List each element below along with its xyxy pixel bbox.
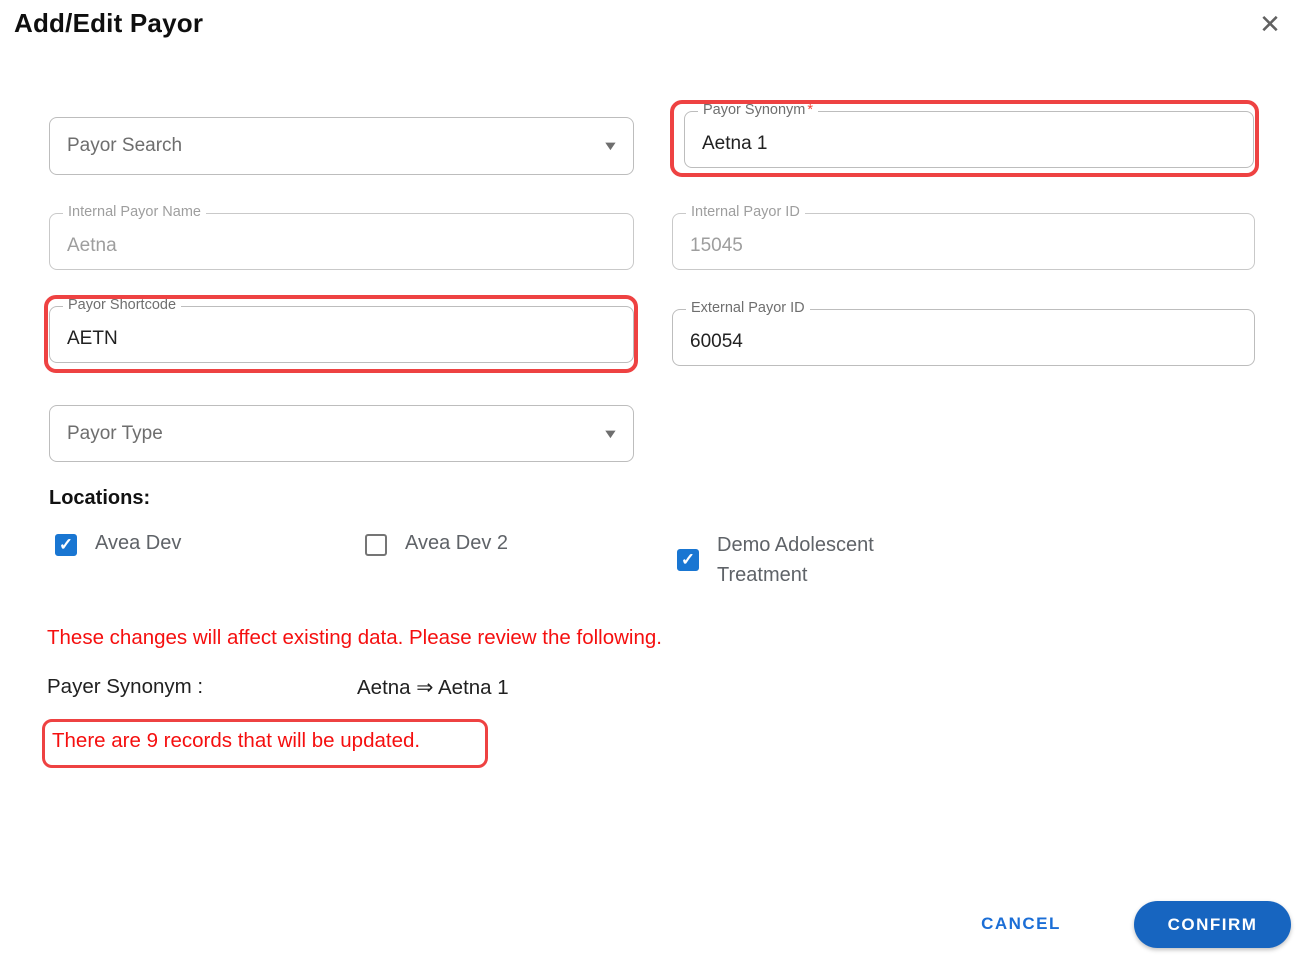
confirm-button[interactable]: CONFIRM xyxy=(1134,901,1291,948)
payor-synonym-label: Payor Synonym * xyxy=(698,102,819,118)
payor-type-placeholder: Payor Type xyxy=(67,422,163,444)
payor-search-select[interactable]: Payor Search ▼ xyxy=(49,117,634,175)
payor-shortcode-label: Payor Shortcode xyxy=(63,297,182,313)
close-icon[interactable]: ✕ xyxy=(1252,6,1288,42)
payor-type-select[interactable]: Payor Type ▼ xyxy=(49,405,634,462)
external-payor-id-field-wrap: External Payor ID xyxy=(672,300,1255,366)
chevron-down-icon: ▼ xyxy=(601,138,620,154)
internal-payor-id-field-wrap: Internal Payor ID xyxy=(672,204,1255,270)
records-update-notice: There are 9 records that will be updated… xyxy=(52,729,421,752)
locations-heading: Locations: xyxy=(49,487,151,509)
check-icon: ✓ xyxy=(58,535,74,554)
checkbox-label-demo-adolescent-treatment[interactable]: Demo Adolescent Treatment xyxy=(717,530,917,590)
checkbox-avea-dev[interactable]: ✓ xyxy=(55,534,77,556)
payor-synonym-input[interactable] xyxy=(685,112,1253,167)
external-payor-id-label: External Payor ID xyxy=(686,300,810,316)
internal-payor-name-field-wrap: Internal Payor Name xyxy=(49,204,634,270)
add-edit-payor-dialog: Add/Edit Payor ✕ Payor Search ▼ Payor Sy… xyxy=(0,0,1297,961)
chevron-down-icon: ▼ xyxy=(601,425,620,441)
checkbox-demo-adolescent-treatment[interactable]: ✓ xyxy=(677,549,699,571)
internal-payor-id-label: Internal Payor ID xyxy=(686,204,805,220)
internal-payor-name-input xyxy=(50,214,633,269)
check-icon: ✓ xyxy=(680,550,696,569)
cancel-button[interactable]: CANCEL xyxy=(958,902,1084,946)
change-field-value: Aetna ⇒ Aetna 1 xyxy=(357,676,509,699)
checkbox-label-avea-dev[interactable]: Avea Dev xyxy=(95,532,181,555)
payor-shortcode-field-wrap: Payor Shortcode xyxy=(49,297,634,363)
payor-search-placeholder: Payor Search xyxy=(67,135,183,156)
page-title: Add/Edit Payor xyxy=(14,8,204,38)
payor-synonym-field-wrap: Payor Synonym * xyxy=(684,102,1254,168)
external-payor-id-input[interactable] xyxy=(673,310,1254,365)
checkbox-label-avea-dev-2[interactable]: Avea Dev 2 xyxy=(405,532,508,555)
internal-payor-name-label: Internal Payor Name xyxy=(63,204,206,220)
required-asterisk: * xyxy=(807,102,814,118)
internal-payor-id-input xyxy=(673,214,1254,269)
payor-shortcode-input[interactable] xyxy=(50,307,633,362)
checkbox-avea-dev-2[interactable]: ✓ xyxy=(365,534,387,556)
warning-message: These changes will affect existing data.… xyxy=(47,626,662,649)
change-field-label: Payer Synonym : xyxy=(47,675,204,698)
